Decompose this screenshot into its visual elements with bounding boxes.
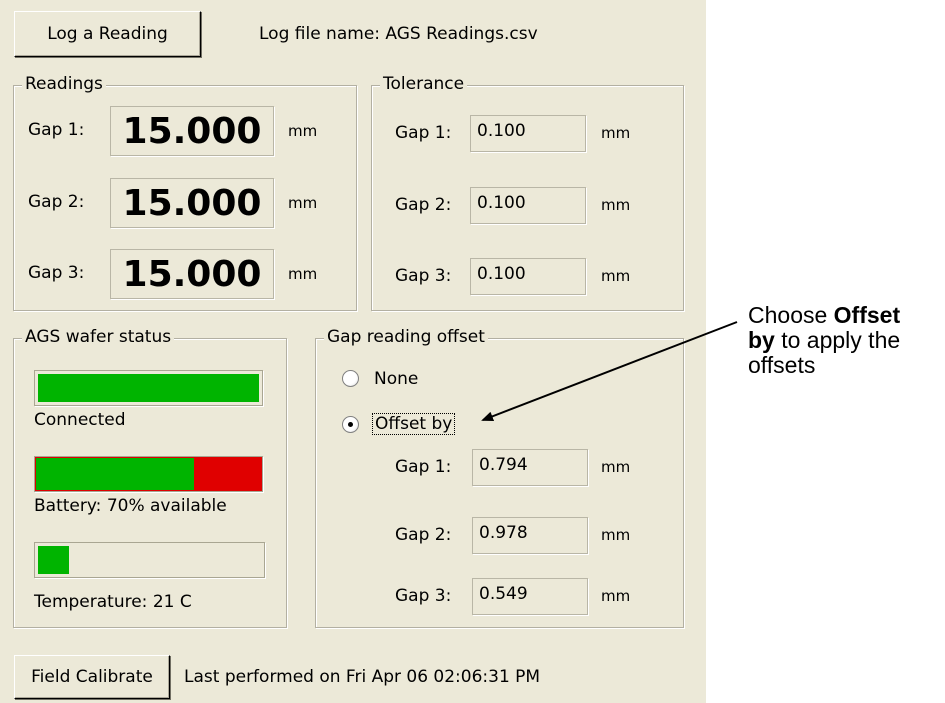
offset-title: Gap reading offset (324, 327, 488, 347)
connection-bar (34, 370, 263, 406)
callout-bold-by: by (748, 327, 775, 353)
reading-gap2-unit: mm (288, 194, 318, 212)
tolerance-title: Tolerance (380, 74, 468, 94)
offset-gap1-input[interactable]: 0.794 (472, 449, 588, 486)
battery-bar (34, 456, 263, 492)
tolerance-group: Tolerance Gap 1: 0.100 mm Gap 2: 0.100 m… (371, 74, 684, 311)
reading-gap3-unit: mm (288, 265, 318, 283)
tolerance-gap2-input[interactable]: 0.100 (470, 187, 586, 224)
log-reading-button[interactable]: Log a Reading (14, 11, 201, 57)
temperature-label: Temperature: 21 C (34, 592, 192, 612)
temperature-bar (34, 542, 265, 578)
wafer-status-group: AGS wafer status Connected Battery: 70% … (13, 327, 287, 628)
offset-gap2-label: Gap 2: (395, 525, 452, 545)
wafer-status-title: AGS wafer status (22, 327, 175, 347)
tolerance-gap3-label: Gap 3: (395, 266, 452, 286)
reading-gap2-value: 15.000 (110, 178, 274, 228)
offset-gap3-unit: mm (601, 587, 631, 605)
offset-gap1-label: Gap 1: (395, 457, 452, 477)
temperature-fill (38, 546, 69, 574)
readings-title: Readings (22, 74, 106, 94)
field-calibrate-button[interactable]: Field Calibrate (14, 655, 170, 699)
offset-by-radio-label[interactable]: Offset by (372, 413, 456, 435)
offset-gap3-input[interactable]: 0.549 (472, 578, 588, 615)
battery-fill (36, 458, 194, 490)
none-radio[interactable] (342, 370, 359, 387)
callout-prefix: Choose (748, 302, 834, 328)
tolerance-gap3-input[interactable]: 0.100 (470, 258, 586, 295)
reading-gap1-value: 15.000 (110, 106, 274, 156)
tolerance-gap1-unit: mm (601, 124, 631, 142)
offset-group: Gap reading offset None Offset by Gap 1:… (315, 327, 684, 628)
battery-label: Battery: 70% available (34, 496, 227, 516)
reading-gap3-value: 15.000 (110, 249, 274, 299)
log-file-name: Log file name: AGS Readings.csv (259, 24, 538, 44)
offset-gap2-input[interactable]: 0.978 (472, 517, 588, 554)
tolerance-gap1-label: Gap 1: (395, 123, 452, 143)
reading-gap3-label: Gap 3: (28, 263, 85, 283)
offset-gap1-unit: mm (601, 458, 631, 476)
reading-gap2-label: Gap 2: (28, 192, 85, 212)
offset-gap3-label: Gap 3: (395, 586, 452, 606)
tolerance-gap2-unit: mm (601, 196, 631, 214)
last-performed-text: Last performed on Fri Apr 06 02:06:31 PM (184, 667, 541, 687)
readings-group: Readings Gap 1: 15.000 mm Gap 2: 15.000 … (13, 74, 357, 311)
callout-annotation: Choose Offset by to apply the offsets (748, 303, 945, 378)
connection-label: Connected (34, 410, 126, 430)
offset-gap2-unit: mm (601, 526, 631, 544)
reading-gap1-label: Gap 1: (28, 120, 85, 140)
tolerance-gap1-input[interactable]: 0.100 (470, 115, 586, 152)
offset-by-radio[interactable] (342, 416, 359, 433)
tolerance-gap2-label: Gap 2: (395, 195, 452, 215)
field-calibrate-label: Field Calibrate (31, 667, 153, 687)
reading-gap1-unit: mm (288, 122, 318, 140)
callout-bold-offset: Offset (833, 302, 901, 328)
connection-fill (38, 374, 259, 402)
log-reading-label: Log a Reading (47, 24, 168, 44)
tolerance-gap3-unit: mm (601, 267, 631, 285)
ags-panel: Log a Reading Log file name: AGS Reading… (0, 0, 706, 703)
none-radio-label[interactable]: None (374, 369, 418, 389)
radio-selected-dot (348, 422, 353, 427)
